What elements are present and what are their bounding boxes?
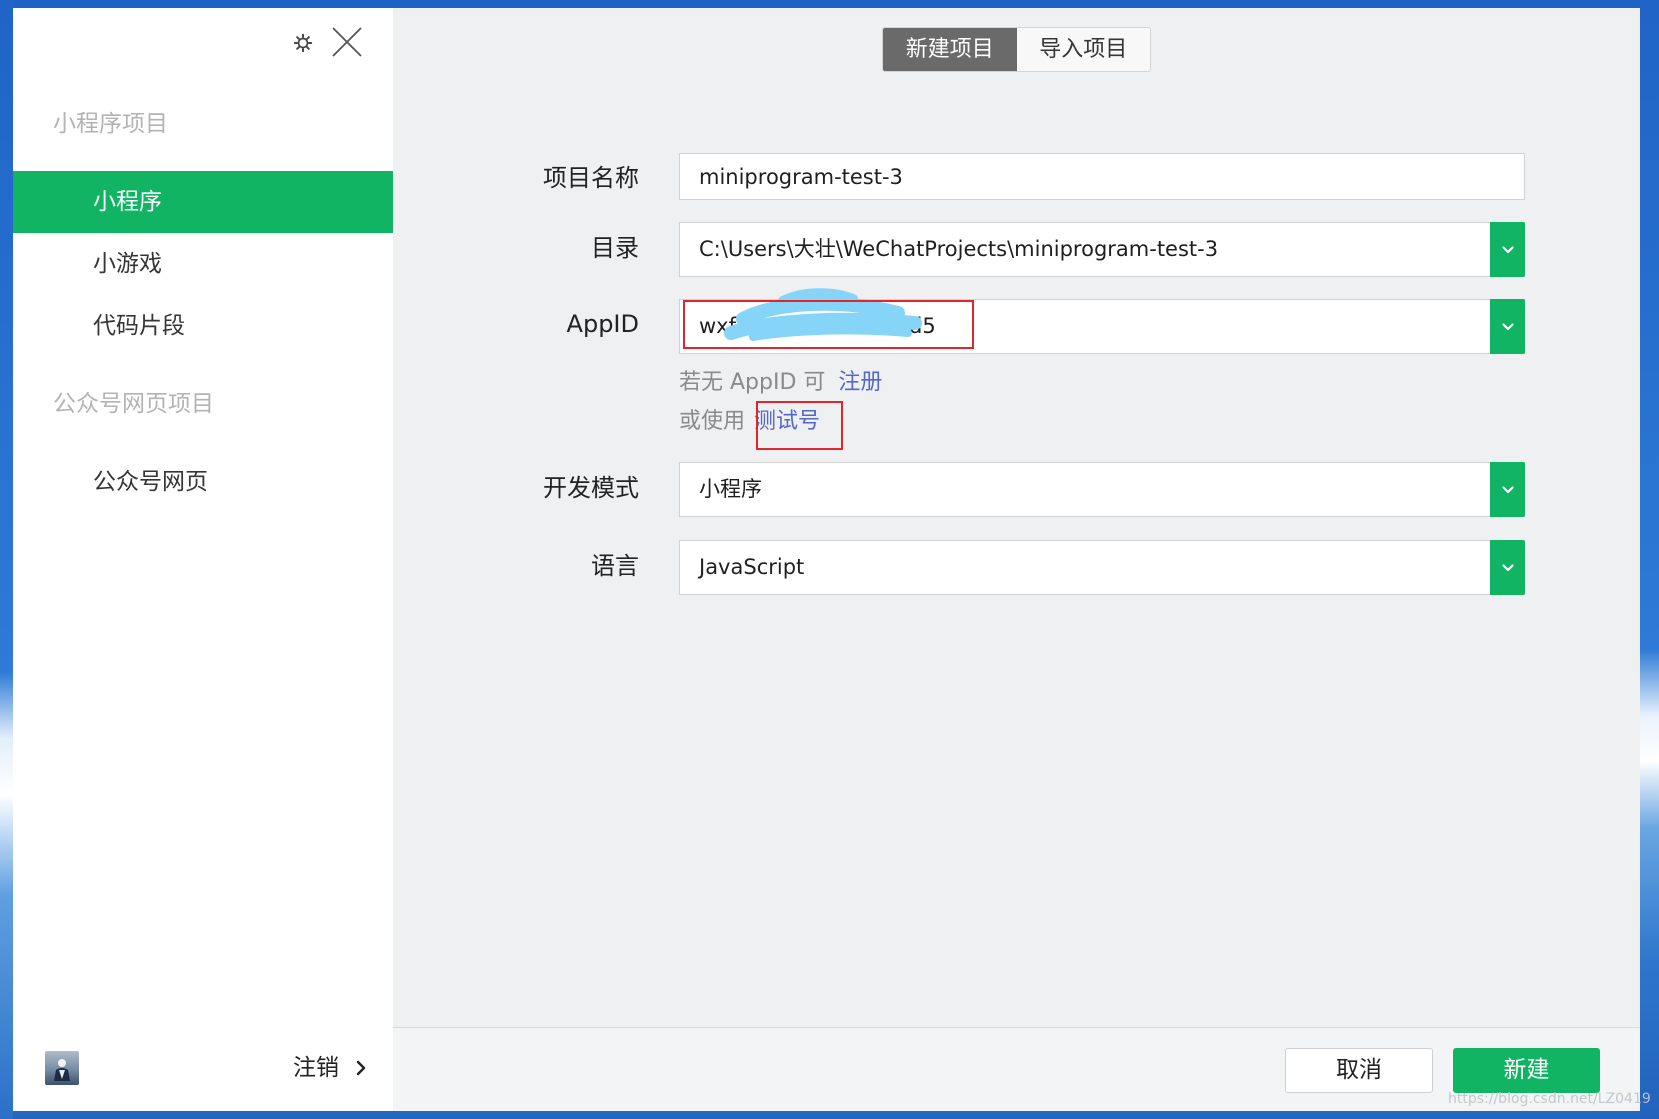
- sidebar-item-label: 小游戏: [93, 251, 162, 277]
- dev-mode-select[interactable]: 小程序: [679, 462, 1525, 517]
- appid-test-hint: 或使用 测试号: [679, 407, 820, 437]
- directory-select[interactable]: C:\Users\大壮\WeChatProjects\miniprogram-t…: [679, 222, 1525, 277]
- appid-value-end: d5: [909, 314, 936, 338]
- create-button[interactable]: 新建: [1453, 1048, 1600, 1093]
- sidebar-item-official-account-webpage[interactable]: 公众号网页: [13, 451, 393, 513]
- directory-label: 目录: [591, 234, 639, 262]
- user-avatar[interactable]: [45, 1051, 79, 1085]
- project-name-input[interactable]: [679, 153, 1525, 200]
- project-name-label: 项目名称: [543, 164, 639, 192]
- language-label: 语言: [591, 552, 639, 580]
- appid-test-hint-text: 或使用: [679, 409, 746, 434]
- appid-select[interactable]: wxf d5: [679, 299, 1525, 354]
- language-select[interactable]: JavaScript: [679, 540, 1525, 595]
- new-project-window: 小程序项目 小程序 小游戏 代码片段 公众号网页项目 公众号网页 注销 新建项目…: [13, 8, 1640, 1111]
- appid-value-start: wxf: [699, 314, 736, 338]
- test-account-link[interactable]: 测试号: [754, 409, 820, 434]
- directory-dropdown-button[interactable]: [1490, 222, 1525, 277]
- desktop-wallpaper-right: [1640, 0, 1659, 1119]
- project-mode-tabs: 新建项目 导入项目: [882, 27, 1151, 72]
- chevron-down-icon: [1501, 245, 1514, 253]
- sidebar-item-code-snippet[interactable]: 代码片段: [13, 295, 393, 357]
- section-title-official-account-projects: 公众号网页项目: [53, 391, 214, 417]
- dev-mode-value: 小程序: [699, 477, 762, 501]
- sidebar-item-label: 小程序: [93, 189, 162, 215]
- appid-label: AppID: [566, 310, 639, 338]
- dev-mode-dropdown-button[interactable]: [1490, 462, 1525, 517]
- language-dropdown-button[interactable]: [1490, 540, 1525, 595]
- sidebar-item-label: 公众号网页: [93, 469, 208, 495]
- chevron-right-icon[interactable]: [355, 1060, 367, 1080]
- section-title-miniprogram-projects: 小程序项目: [53, 111, 168, 137]
- desktop-wallpaper-left: [0, 0, 13, 1119]
- dev-mode-label: 开发模式: [543, 474, 639, 502]
- cancel-button[interactable]: 取消: [1285, 1048, 1433, 1093]
- gear-icon[interactable]: [293, 33, 313, 57]
- sidebar-item-minigame[interactable]: 小游戏: [13, 233, 393, 295]
- language-value: JavaScript: [699, 555, 805, 579]
- directory-value: C:\Users\大壮\WeChatProjects\miniprogram-t…: [699, 237, 1219, 261]
- chevron-down-icon: [1501, 322, 1514, 330]
- sidebar: 小程序项目 小程序 小游戏 代码片段 公众号网页项目 公众号网页 注销: [13, 8, 393, 1111]
- chevron-down-icon: [1501, 485, 1514, 493]
- tab-new-project[interactable]: 新建项目: [883, 28, 1017, 71]
- main-panel: 新建项目 导入项目 项目名称 目录 C:\Users\大壮\WeChatProj…: [393, 8, 1640, 1111]
- sidebar-item-label: 代码片段: [93, 313, 185, 339]
- close-icon[interactable]: [331, 26, 363, 62]
- dialog-footer: 取消 新建: [393, 1027, 1640, 1111]
- appid-dropdown-button[interactable]: [1490, 299, 1525, 354]
- register-link[interactable]: 注册: [838, 370, 882, 395]
- appid-register-hint-text: 若无 AppID 可: [679, 370, 826, 395]
- chevron-down-icon: [1501, 563, 1514, 571]
- tab-import-project[interactable]: 导入项目: [1016, 28, 1150, 71]
- appid-register-hint: 若无 AppID 可 注册: [679, 368, 882, 398]
- sidebar-item-miniprogram[interactable]: 小程序: [13, 171, 393, 233]
- logout-button[interactable]: 注销: [293, 1053, 339, 1083]
